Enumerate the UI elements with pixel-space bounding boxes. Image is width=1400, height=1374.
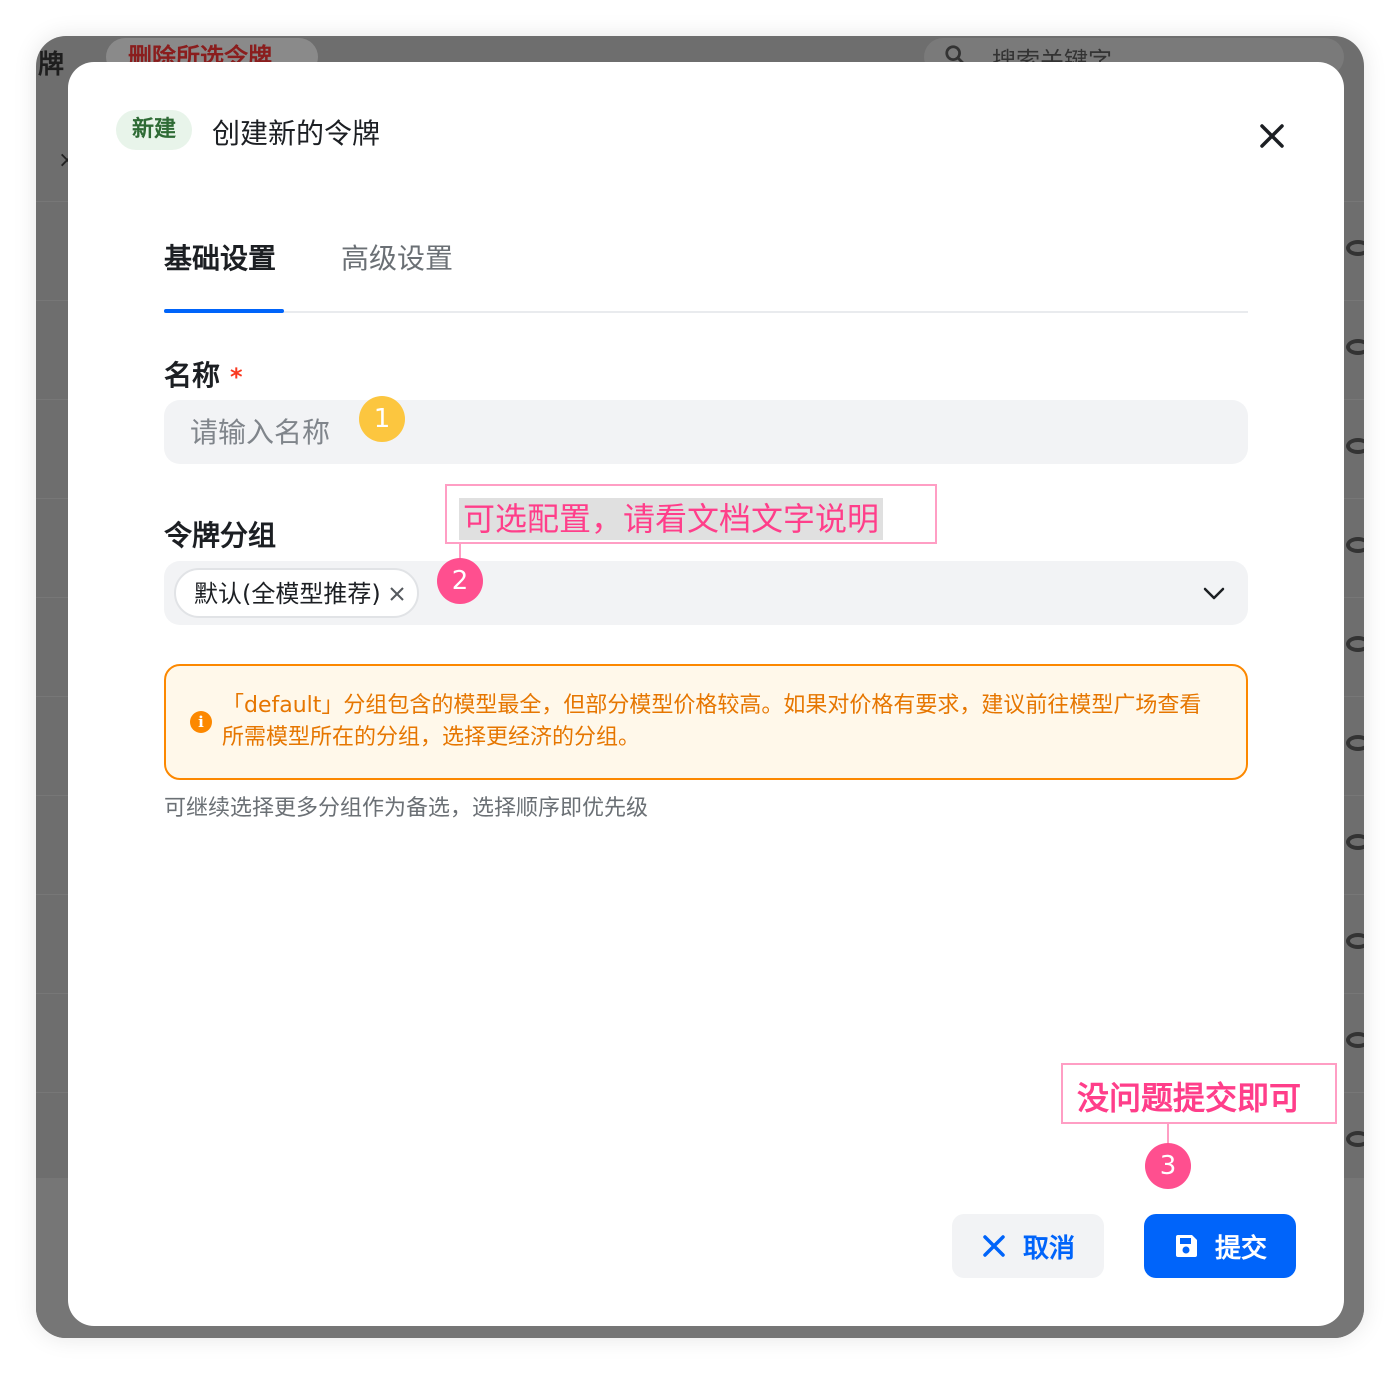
create-token-modal: 新建 创建新的令牌 基础设置 高级设置 名称 * 令牌分组 默认(全模型推荐) i… bbox=[68, 62, 1344, 1326]
eye-icon bbox=[1346, 735, 1364, 751]
info-icon: i bbox=[190, 711, 212, 733]
step-1-marker: 1 bbox=[359, 396, 405, 442]
eye-icon bbox=[1346, 240, 1364, 256]
group-hint-text: 可继续选择更多分组作为备选，选择顺序即优先级 bbox=[164, 796, 649, 821]
close-icon bbox=[983, 1235, 1005, 1257]
submit-button-label: 提交 bbox=[1214, 1233, 1267, 1264]
chevron-down-icon[interactable] bbox=[1202, 583, 1226, 603]
modal-title: 创建新的令牌 bbox=[212, 117, 381, 150]
warning-text: 「default」分组包含的模型最全，但部分模型价格较高。如果对价格有要求，建议… bbox=[222, 693, 1202, 750]
background-label: 牌 bbox=[38, 50, 65, 80]
tab-advanced-settings[interactable]: 高级设置 bbox=[341, 237, 453, 281]
eye-icon bbox=[1346, 834, 1364, 850]
eye-icon bbox=[1346, 1131, 1364, 1147]
eye-icon bbox=[1346, 1032, 1364, 1048]
selected-group-tag-label: 默认(全模型推荐) bbox=[194, 580, 381, 608]
tab-basic-settings[interactable]: 基础设置 bbox=[164, 237, 276, 281]
group-select[interactable]: 默认(全模型推荐) bbox=[164, 561, 1248, 625]
name-input[interactable] bbox=[164, 400, 1248, 464]
eye-icon bbox=[1346, 933, 1364, 949]
submit-button[interactable]: 提交 bbox=[1144, 1214, 1296, 1278]
cancel-button-label: 取消 bbox=[1022, 1233, 1075, 1264]
step-2-note: 可选配置，请看文档文字说明 bbox=[445, 484, 937, 544]
step-3-connector bbox=[1167, 1124, 1169, 1144]
warning-banner: i 「default」分组包含的模型最全，但部分模型价格较高。如果对价格有要求，… bbox=[164, 664, 1248, 780]
active-tab-indicator bbox=[164, 309, 284, 313]
remove-tag-icon[interactable] bbox=[387, 584, 407, 604]
new-badge: 新建 bbox=[116, 110, 193, 150]
selected-group-tag: 默认(全模型推荐) bbox=[174, 568, 419, 618]
eye-icon bbox=[1346, 537, 1364, 553]
name-field-label: 名称 * bbox=[164, 354, 243, 394]
group-field-label: 令牌分组 bbox=[164, 519, 277, 552]
step-2-marker: 2 bbox=[437, 558, 483, 604]
step-2-note-text: 可选配置，请看文档文字说明 bbox=[459, 498, 884, 540]
eye-icon bbox=[1346, 438, 1364, 454]
settings-tabs: 基础设置 高级设置 bbox=[164, 237, 1248, 313]
save-icon bbox=[1175, 1235, 1197, 1257]
close-icon[interactable] bbox=[1254, 118, 1290, 154]
step-3-marker: 3 bbox=[1145, 1143, 1191, 1189]
step-3-note: 没问题提交即可 bbox=[1061, 1063, 1337, 1124]
name-label-text: 名称 bbox=[164, 359, 221, 392]
eye-icon bbox=[1346, 636, 1364, 652]
required-mark: * bbox=[230, 363, 243, 391]
eye-icon bbox=[1346, 339, 1364, 355]
cancel-button[interactable]: 取消 bbox=[952, 1214, 1104, 1278]
